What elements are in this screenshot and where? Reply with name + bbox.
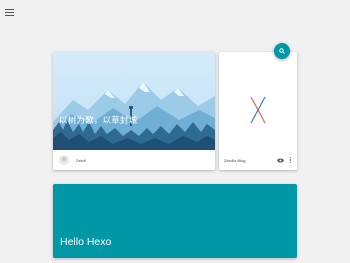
hero-image: 以树为歌，以草封城 [53, 52, 215, 150]
hero-footer: Zeloli [53, 150, 215, 170]
blog-card[interactable]: Zeloli's Blog [219, 52, 297, 170]
more-vert-icon[interactable] [290, 156, 292, 164]
x-logo-icon [250, 96, 266, 124]
post-card-hello-hexo[interactable]: Hello Hexo [53, 184, 297, 258]
blog-title[interactable]: Zeloli's Blog [224, 158, 277, 163]
search-icon [279, 48, 285, 54]
menu-icon[interactable] [5, 9, 14, 18]
hero-card[interactable]: 以树为歌，以草封城 Zeloli [53, 52, 215, 170]
avatar[interactable] [59, 155, 69, 165]
search-button[interactable] [274, 43, 290, 59]
post-title[interactable]: Hello Hexo [60, 236, 111, 248]
eye-icon[interactable] [277, 158, 284, 163]
blog-footer: Zeloli's Blog [219, 150, 297, 170]
author-name[interactable]: Zeloli [76, 158, 86, 163]
hero-caption: 以树为歌，以草封城 [59, 115, 138, 125]
